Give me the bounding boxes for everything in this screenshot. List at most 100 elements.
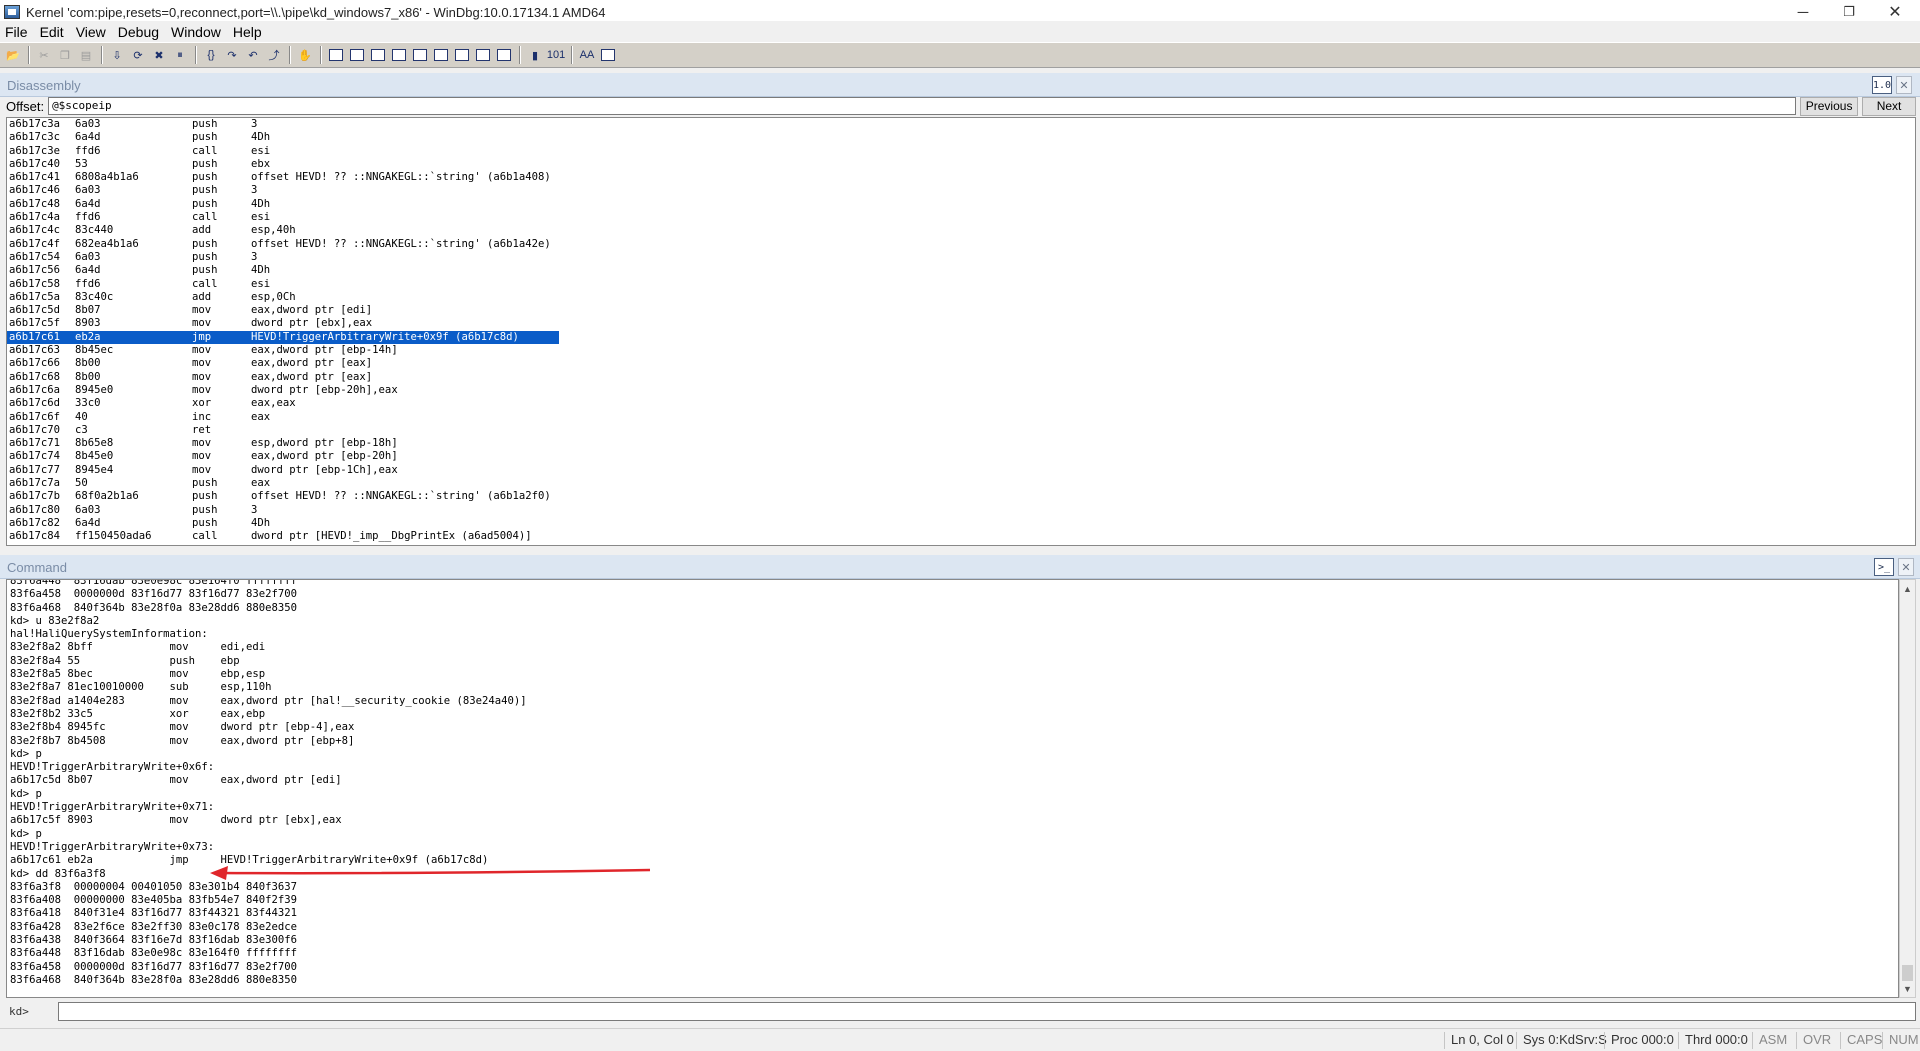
go-icon[interactable]: ⇩ [108, 47, 126, 63]
disassembly-line[interactable]: a6b17c6f 40 inc eax [7, 411, 1915, 424]
instruction-bytes: 6a4d [75, 264, 101, 277]
disassembly-line[interactable]: a6b17c54 6a03 push 3 [7, 251, 1915, 264]
disassembly-line[interactable]: a6b17c77 8945e4 mov dword ptr [ebp-1Ch],eax [7, 464, 1915, 477]
command-output-line: hal!HaliQuerySystemInformation: [10, 628, 208, 641]
disassembly-line[interactable]: a6b17c6d 33c0 xor eax,eax [7, 397, 1915, 410]
disassembly-line[interactable]: a6b17c84 ff150450ada6 call dword ptr [HEVD!… [7, 530, 1915, 543]
disassembly-line[interactable]: a6b17c66 8b00 mov eax,dword ptr [eax] [7, 357, 1915, 370]
disassembly-line[interactable]: a6b17c63 8b45ec mov eax,dword ptr [ebp-14h] [7, 344, 1915, 357]
status-num: NUM [1882, 1032, 1919, 1049]
source-mode-toggle-icon[interactable]: ▮ [526, 47, 544, 63]
disassembly-window-icon[interactable]: 1.0 [1872, 76, 1892, 94]
stop-debugging-icon[interactable]: ✖ [150, 47, 168, 63]
disassembly-line[interactable]: a6b17c3e ffd6 call esi [7, 145, 1915, 158]
instruction-mnemonic: push [192, 118, 218, 130]
options-icon[interactable] [599, 47, 617, 63]
step-out-icon[interactable]: ↶ [244, 47, 262, 63]
command-output-line: HEVD!TriggerArbitraryWrite+0x71: [10, 801, 215, 814]
menu-edit[interactable]: Edit [40, 24, 64, 40]
instruction-mnemonic: mov [192, 463, 212, 476]
scratch-pad-icon[interactable] [474, 47, 492, 63]
instruction-bytes: 8b65e8 [75, 437, 114, 450]
break-icon[interactable]: ⏸ [171, 47, 189, 63]
offset-input[interactable]: @$scopeip [48, 97, 1797, 115]
menu-window[interactable]: Window [171, 24, 221, 40]
disassembly-close-icon[interactable]: ✕ [1896, 76, 1912, 94]
instruction-bytes: c3 [75, 423, 88, 436]
disassembly-line[interactable]: a6b17c80 6a03 push 3 [7, 504, 1915, 517]
disassembly-line[interactable]: a6b17c5d 8b07 mov eax,dword ptr [edi] [7, 304, 1915, 317]
disassembly-view[interactable]: a6b17c3a 6a03 push 3 a6b17c3c 6a4d push 4Dh a6b1… [6, 117, 1916, 546]
command-close-icon[interactable]: ✕ [1898, 558, 1914, 576]
scroll-up-icon[interactable]: ▲ [1900, 581, 1915, 596]
open-icon[interactable]: 📂 [4, 47, 22, 63]
command-window-icon[interactable]: >_ [1874, 558, 1894, 576]
registers-window-icon[interactable] [390, 47, 408, 63]
disassembly-line[interactable]: a6b17c70 c3 ret [7, 424, 1915, 437]
restart-icon[interactable]: ⟳ [129, 47, 147, 63]
instruction-bytes: 6808a4b1a6 [75, 171, 139, 184]
scroll-down-icon[interactable]: ▼ [1900, 981, 1915, 996]
disassembly-line[interactable]: a6b17c74 8b45e0 mov eax,dword ptr [ebp-20h] [7, 450, 1915, 463]
call-stack-icon[interactable] [432, 47, 450, 63]
menu-bar: File Edit View Debug Window Help [0, 21, 1920, 42]
menu-view[interactable]: View [76, 24, 106, 40]
scroll-thumb[interactable] [1902, 965, 1913, 981]
instruction-address: a6b17c63 [9, 344, 61, 357]
command-output-line: 83e2f8b2 33c5 xor eax,ebp [10, 707, 266, 720]
step-over-icon[interactable]: ↷ [223, 47, 241, 63]
command-output-line: 83f6a458 0000000d 83f16d77 83f16d77 83e2… [10, 588, 298, 601]
cut-icon[interactable]: ✂ [35, 47, 53, 63]
font-icon[interactable]: AA [578, 47, 596, 63]
command-window-icon[interactable] [327, 47, 345, 63]
disassembly-line[interactable]: a6b17c6a 8945e0 mov dword ptr [ebp-20h],eax [7, 384, 1915, 397]
command-input[interactable] [58, 1002, 1916, 1021]
disassembly-line[interactable]: a6b17c3a 6a03 push 3 [7, 118, 1915, 131]
disassembly-line[interactable]: a6b17c58 ffd6 call esi [7, 278, 1915, 291]
command-output[interactable]: 83f6a448 83f16dab 83e0e98c 83e164f0 ffff… [6, 579, 1899, 998]
watch-window-icon[interactable] [348, 47, 366, 63]
disassembly-line-selected[interactable]: a6b17c61 eb2a jmp HEVD!TriggerArbitraryWrit… [7, 330, 559, 345]
instruction-address: a6b17c66 [9, 357, 61, 370]
source-mode-icon[interactable] [495, 47, 513, 63]
disassembly-header: Disassembly 1.0 ✕ [0, 73, 1920, 97]
disassembly-line[interactable]: a6b17c4a ffd6 call esi [7, 211, 1915, 224]
disassembly-line[interactable]: a6b17c4f 682ea4b1a6 push offset HEVD! ?? ::… [7, 238, 1915, 251]
paste-icon[interactable]: ▤ [77, 47, 95, 63]
disassembly-line[interactable]: a6b17c5a 83c40c add esp,0Ch [7, 291, 1915, 304]
run-to-cursor-icon[interactable]: ⤴ [265, 47, 283, 63]
disassembly-line[interactable]: a6b17c68 8b00 mov eax,dword ptr [eax] [7, 371, 1915, 384]
instruction-operands: esi [251, 211, 271, 224]
instruction-address: a6b17c54 [9, 250, 61, 263]
instruction-bytes: 8b45ec [75, 344, 114, 357]
menu-debug[interactable]: Debug [118, 24, 159, 40]
disassembly-line[interactable]: a6b17c3c 6a4d push 4Dh [7, 131, 1915, 144]
instruction-mnemonic: ret [192, 423, 212, 436]
menu-file[interactable]: File [5, 24, 28, 40]
disassembly-line[interactable]: a6b17c7b 68f0a2b1a6 push offset HEVD! ?? ::… [7, 490, 1915, 503]
command-output-line: HEVD!TriggerArbitraryWrite+0x73: [10, 840, 215, 853]
copy-icon[interactable]: ❐ [56, 47, 74, 63]
disassembly-line[interactable]: a6b17c82 6a4d push 4Dh [7, 517, 1915, 530]
hand-icon[interactable]: ✋ [296, 47, 314, 63]
instruction-operands: eax [251, 477, 271, 490]
disassembly-line[interactable]: a6b17c5f 8903 mov dword ptr [ebx],eax [7, 317, 1915, 330]
disassembly-window-icon[interactable] [453, 47, 471, 63]
disassembly-line[interactable]: a6b17c56 6a4d push 4Dh [7, 264, 1915, 277]
previous-button[interactable]: Previous [1800, 96, 1859, 116]
command-scrollbar[interactable]: ▲ ▼ [1899, 579, 1916, 998]
step-into-icon[interactable]: {} [202, 47, 220, 63]
disassembly-line[interactable]: a6b17c4c 83c440 add esp,40h [7, 224, 1915, 237]
memory-window-icon[interactable] [411, 47, 429, 63]
disassembly-line[interactable]: a6b17c48 6a4d push 4Dh [7, 198, 1915, 211]
instruction-operands: eax,dword ptr [eax] [251, 357, 373, 370]
disassembly-line[interactable]: a6b17c41 6808a4b1a6 push offset HEVD! ?? ::… [7, 171, 1915, 184]
hex-mode-icon[interactable]: 101 [547, 47, 565, 63]
disassembly-line[interactable]: a6b17c71 8b65e8 mov esp,dword ptr [ebp-18h] [7, 437, 1915, 450]
menu-help[interactable]: Help [233, 24, 262, 40]
next-button[interactable]: Next [1862, 96, 1916, 116]
locals-window-icon[interactable] [369, 47, 387, 63]
disassembly-line[interactable]: a6b17c7a 50 push eax [7, 477, 1915, 490]
disassembly-line[interactable]: a6b17c46 6a03 push 3 [7, 184, 1915, 197]
disassembly-line[interactable]: a6b17c40 53 push ebx [7, 158, 1915, 171]
